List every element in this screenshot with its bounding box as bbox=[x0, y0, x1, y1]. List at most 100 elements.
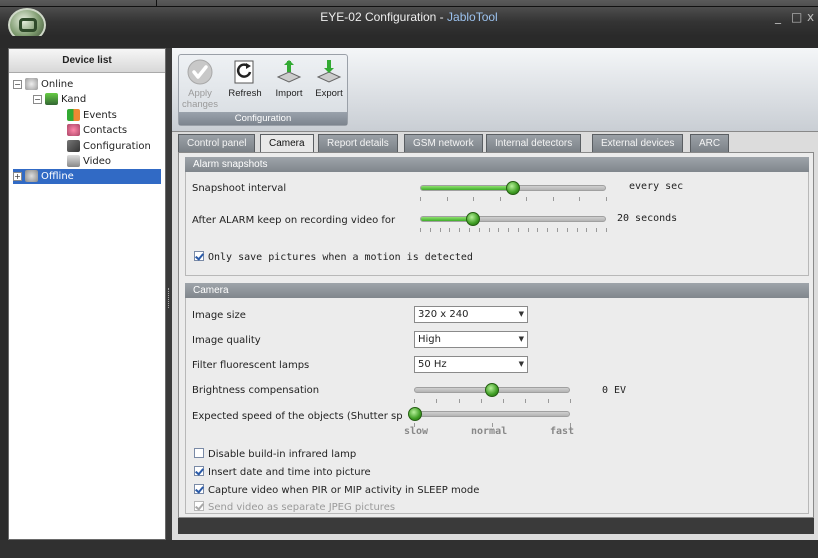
slider-tick bbox=[547, 228, 549, 232]
tab-report-details[interactable]: Report details bbox=[318, 134, 398, 152]
device-icon bbox=[45, 93, 58, 105]
image-size-select[interactable]: 320 x 240 ▼ bbox=[414, 306, 528, 323]
slider-tick bbox=[499, 197, 501, 201]
image-quality-label: Image quality bbox=[192, 335, 261, 346]
contacts-icon bbox=[67, 124, 80, 136]
slider-tick bbox=[498, 228, 500, 232]
slider-thumb[interactable] bbox=[465, 212, 480, 226]
slider-tick bbox=[508, 228, 510, 232]
slider-tick bbox=[570, 399, 571, 403]
slider-tick bbox=[473, 197, 475, 201]
capture-video-checkbox[interactable]: Capture video when PIR or MIP activity i… bbox=[194, 484, 479, 497]
apply-changes-button[interactable]: Apply changes bbox=[181, 59, 219, 110]
slider-ticks bbox=[420, 197, 607, 202]
maximize-button[interactable]: □ bbox=[791, 10, 802, 24]
expand-icon[interactable]: + bbox=[13, 171, 22, 181]
slider-thumb[interactable] bbox=[485, 383, 499, 397]
titlebar-tick bbox=[156, 0, 157, 7]
chevron-down-icon: ▼ bbox=[518, 310, 524, 318]
tree-item-online[interactable]: − Online bbox=[13, 77, 73, 92]
checkbox-box[interactable] bbox=[194, 466, 204, 476]
slider-fill bbox=[421, 186, 513, 190]
toolbar-strip bbox=[0, 36, 818, 48]
tree-item-label: Offline bbox=[41, 171, 74, 182]
tab-internal-detectors[interactable]: Internal detectors bbox=[486, 134, 582, 152]
slider-tick bbox=[557, 228, 559, 232]
speed-normal-label: normal bbox=[471, 426, 508, 437]
motion-only-label: Only save pictures when a motion is dete… bbox=[208, 252, 473, 263]
import-icon bbox=[276, 60, 302, 83]
tree-item-label: Kand bbox=[61, 94, 87, 105]
tree-item-offline[interactable]: + Offline bbox=[13, 169, 161, 184]
slider-tick bbox=[429, 228, 431, 232]
collapse-icon[interactable]: − bbox=[33, 94, 42, 104]
checkbox-box[interactable] bbox=[194, 484, 204, 494]
snapshot-interval-slider[interactable] bbox=[420, 181, 606, 195]
slider-tick bbox=[517, 228, 519, 232]
horizontal-scrollbar[interactable] bbox=[178, 518, 814, 534]
window-title-text: EYE-02 Configuration - bbox=[320, 10, 448, 24]
chevron-down-icon: ▼ bbox=[518, 360, 524, 368]
export-button[interactable]: Export bbox=[311, 59, 347, 99]
shutter-speed-label: Expected speed of the objects (Shutter s… bbox=[192, 411, 403, 422]
snapshot-interval-value: every sec bbox=[629, 181, 684, 192]
slider-tick bbox=[576, 228, 578, 232]
minimize-button[interactable]: _ bbox=[775, 10, 781, 24]
tree-item-video[interactable]: Video bbox=[67, 154, 111, 169]
tree-item-label: Configuration bbox=[83, 141, 151, 152]
slider-tick bbox=[527, 228, 529, 232]
slider-ticks bbox=[420, 228, 607, 233]
configuration-panel: Apply changes Refresh Import Export Conf… bbox=[172, 48, 818, 540]
send-jpeg-label: Send video as separate JPEG pictures bbox=[208, 502, 396, 513]
tree-item-events[interactable]: Events bbox=[67, 108, 117, 123]
slider-tick bbox=[420, 197, 421, 201]
speed-fast-label: fast bbox=[550, 426, 575, 437]
tab-arc[interactable]: ARC bbox=[690, 134, 730, 152]
tab-control-panel[interactable]: Control panel bbox=[178, 134, 256, 152]
tree-item-label: Events bbox=[83, 110, 117, 121]
import-button[interactable]: Import bbox=[271, 59, 307, 99]
brightness-slider[interactable] bbox=[414, 383, 570, 397]
device-list-header: Device list bbox=[9, 49, 165, 73]
checkbox-box[interactable] bbox=[194, 251, 204, 261]
collapse-icon[interactable]: − bbox=[13, 79, 22, 89]
slider-tick bbox=[468, 228, 470, 232]
slider-tick bbox=[449, 228, 451, 232]
slider-tick bbox=[488, 228, 490, 232]
tab-external-devices[interactable]: External devices bbox=[592, 134, 684, 152]
ribbon-group-configuration: Apply changes Refresh Import Export Conf… bbox=[178, 54, 348, 126]
tab-gsm-network[interactable]: GSM network bbox=[404, 134, 483, 152]
refresh-button[interactable]: Refresh bbox=[225, 59, 265, 99]
device-list-panel: Device list − Online − Kand Events Contact… bbox=[8, 48, 166, 540]
slider-tick bbox=[478, 228, 480, 232]
apply-label-line1: Apply bbox=[188, 88, 212, 99]
tree-item-contacts[interactable]: Contacts bbox=[67, 123, 127, 138]
refresh-icon bbox=[234, 60, 254, 84]
capture-video-label: Capture video when PIR or MIP activity i… bbox=[208, 485, 480, 496]
slider-tick bbox=[414, 399, 415, 403]
slider-tick bbox=[526, 197, 528, 201]
close-button[interactable]: x bbox=[807, 10, 814, 24]
slider-tick bbox=[480, 399, 482, 403]
motion-only-checkbox[interactable]: Only save pictures when a motion is dete… bbox=[194, 251, 473, 264]
tree-item-configuration[interactable]: Configuration bbox=[67, 139, 151, 154]
image-quality-select[interactable]: High ▼ bbox=[414, 331, 528, 348]
slider-tick bbox=[552, 197, 554, 201]
insert-date-checkbox[interactable]: Insert date and time into picture bbox=[194, 466, 371, 479]
filter-fluorescent-select[interactable]: 50 Hz ▼ bbox=[414, 356, 528, 373]
tree-item-kand[interactable]: − Kand bbox=[33, 92, 86, 107]
shutter-speed-slider[interactable] bbox=[408, 407, 570, 421]
slider-thumb[interactable] bbox=[408, 407, 422, 421]
record-duration-slider[interactable] bbox=[420, 212, 606, 226]
flag-icon bbox=[67, 109, 80, 121]
camera-icon bbox=[67, 155, 80, 167]
record-duration-value: 20 seconds bbox=[617, 213, 678, 224]
checkbox-box bbox=[194, 501, 204, 511]
camera-header: Camera bbox=[185, 283, 809, 298]
checkbox-box[interactable] bbox=[194, 448, 204, 458]
tab-camera[interactable]: Camera bbox=[260, 134, 314, 153]
disable-ir-checkbox[interactable]: Disable build-in infrared lamp bbox=[194, 448, 356, 461]
window-title: EYE-02 Configuration - JabloTool bbox=[0, 10, 818, 24]
slider-thumb[interactable] bbox=[506, 181, 520, 195]
ribbon: Apply changes Refresh Import Export Conf… bbox=[172, 48, 818, 132]
